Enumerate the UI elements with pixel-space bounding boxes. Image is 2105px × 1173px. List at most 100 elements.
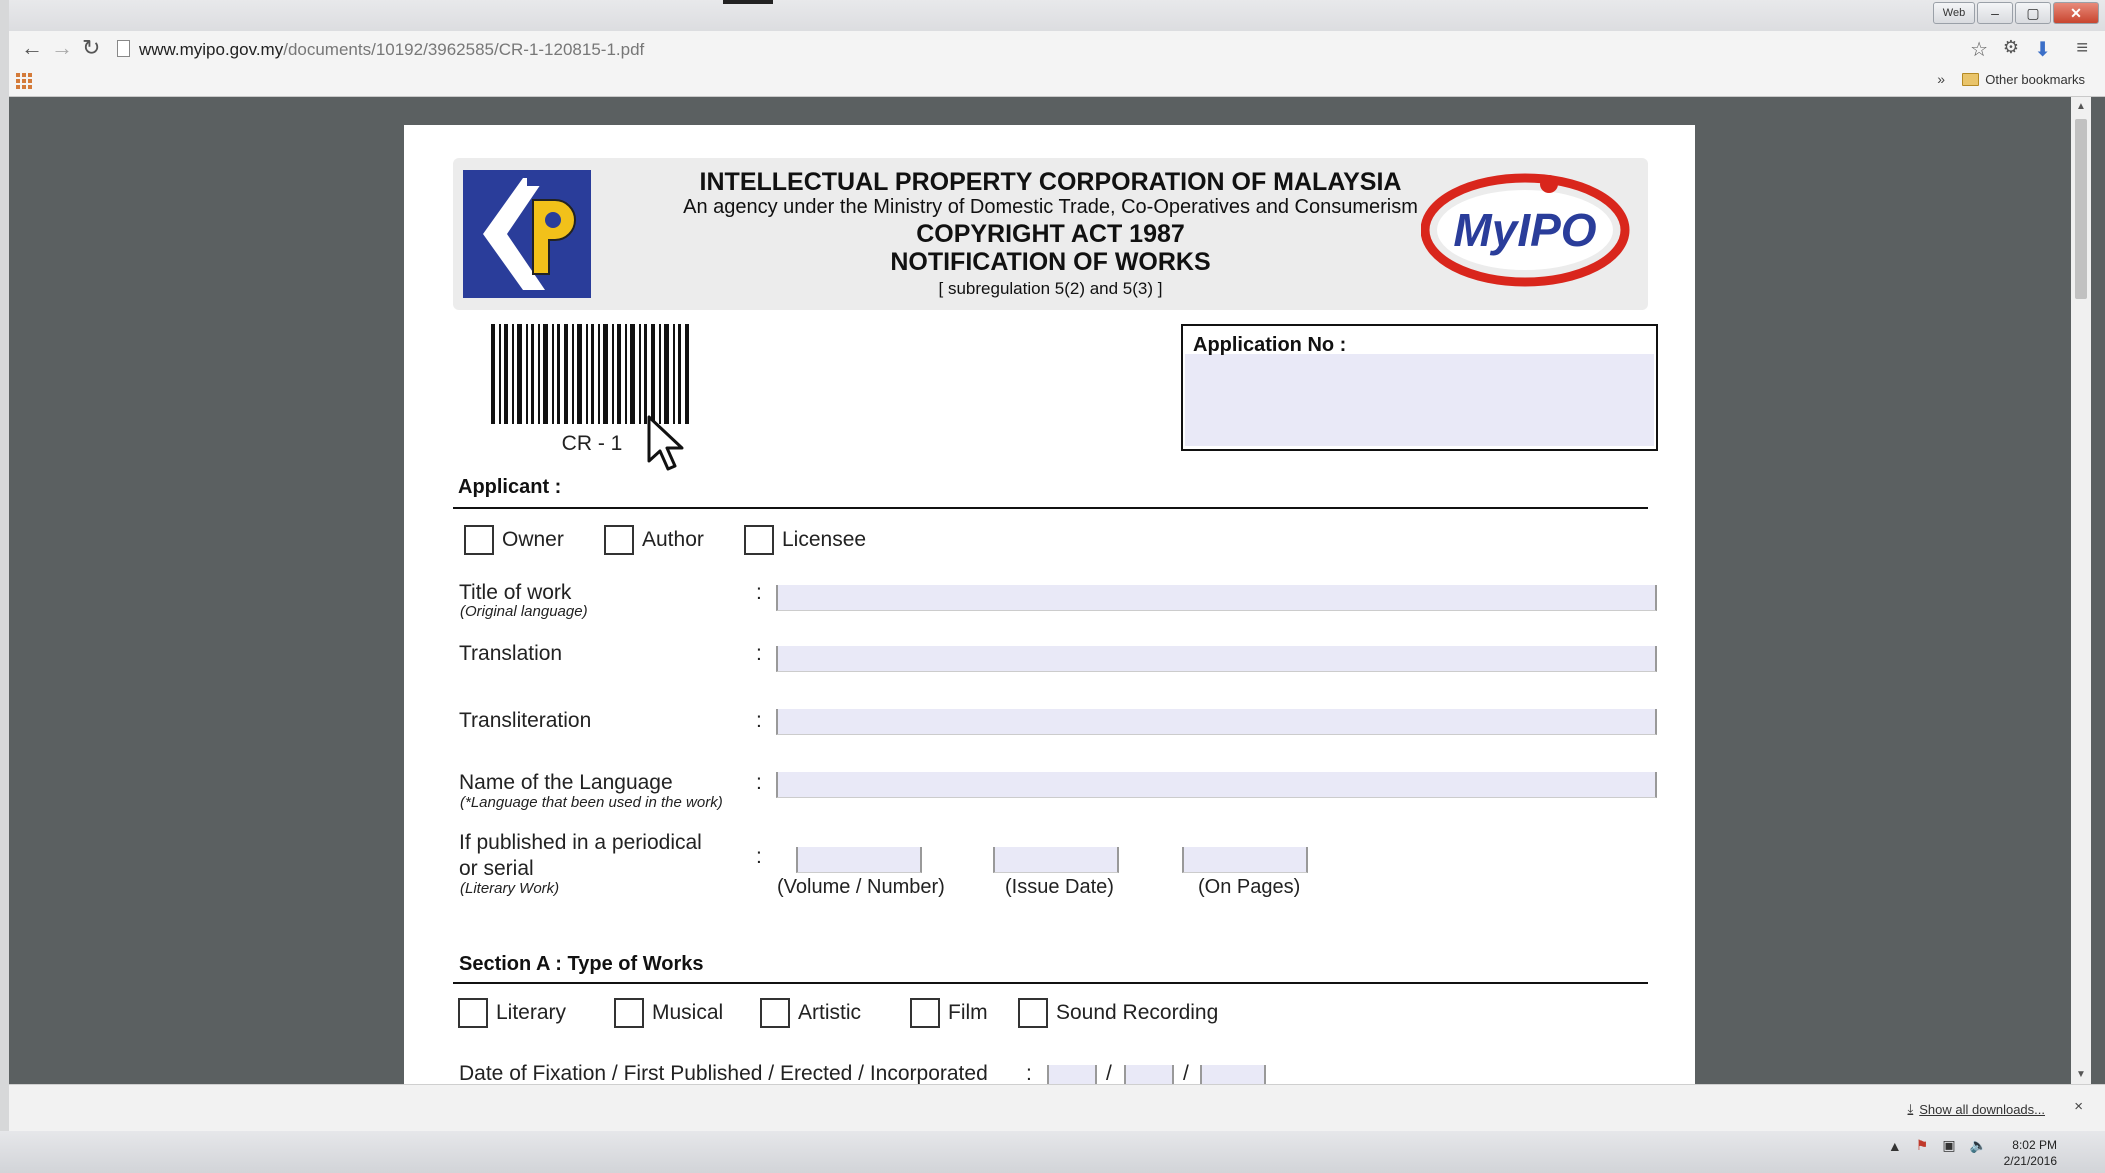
issue-date-field[interactable] bbox=[993, 847, 1119, 873]
address-bar[interactable]: www.myipo.gov.my/documents/10192/3962585… bbox=[139, 40, 644, 60]
maximize-button[interactable]: ▢ bbox=[2015, 2, 2051, 24]
show-all-downloads-link[interactable]: ⤓ Show all downloads... bbox=[1908, 1101, 2046, 1117]
owner-checkbox[interactable] bbox=[464, 525, 494, 555]
film-label: Film bbox=[948, 1001, 988, 1024]
date-separator: / bbox=[1106, 1062, 1112, 1084]
type-literary-option[interactable]: Literary bbox=[458, 998, 566, 1028]
apps-grid-icon[interactable] bbox=[16, 73, 32, 89]
language-label: Name of the Language bbox=[459, 771, 673, 794]
title-of-work-sublabel: (Original language) bbox=[460, 603, 588, 620]
colon: : bbox=[756, 581, 762, 604]
hamburger-menu-icon[interactable]: ≡ bbox=[2076, 37, 2088, 60]
applicant-owner-option[interactable]: Owner bbox=[464, 525, 564, 555]
extension-download-icon[interactable]: ⬇ bbox=[2034, 37, 2051, 62]
type-artistic-option[interactable]: Artistic bbox=[760, 998, 861, 1028]
taskbar-clock[interactable]: 8:02 PM 2/21/2016 bbox=[2004, 1137, 2057, 1169]
show-hidden-icons-icon[interactable]: ▲ bbox=[1888, 1138, 1902, 1154]
applicant-licensee-option[interactable]: Licensee bbox=[744, 525, 866, 555]
date-year-field[interactable] bbox=[1200, 1065, 1266, 1084]
back-arrow-icon[interactable]: ← bbox=[21, 35, 43, 61]
volume-icon[interactable]: 🔈 bbox=[1970, 1137, 1987, 1154]
periodical-sublabel: (Literary Work) bbox=[460, 880, 560, 897]
form-header: INTELLECTUAL PROPERTY CORPORATION OF MAL… bbox=[453, 158, 1648, 310]
type-musical-option[interactable]: Musical bbox=[614, 998, 723, 1028]
sound-recording-label: Sound Recording bbox=[1056, 1001, 1219, 1024]
section-a-heading: Section A : Type of Works bbox=[459, 953, 704, 975]
application-number-field[interactable] bbox=[1185, 354, 1654, 446]
scrollbar-thumb[interactable] bbox=[2075, 119, 2087, 299]
os-taskbar: ▲ ⚑ ▣ 🔈 8:02 PM 2/21/2016 bbox=[0, 1131, 2105, 1173]
scroll-down-arrow-icon[interactable]: ▼ bbox=[2076, 1069, 2086, 1080]
issue-date-caption: (Issue Date) bbox=[1005, 876, 1114, 898]
browser-title-bar: Web – ▢ ✕ bbox=[9, 0, 2105, 31]
translation-field[interactable] bbox=[776, 646, 1657, 672]
translation-label: Translation bbox=[459, 642, 563, 665]
literary-label: Literary bbox=[496, 1001, 567, 1024]
musical-label: Musical bbox=[652, 1001, 724, 1024]
author-label: Author bbox=[642, 528, 704, 551]
film-checkbox[interactable] bbox=[910, 998, 940, 1028]
window-left-edge bbox=[0, 0, 9, 1173]
clock-time: 8:02 PM bbox=[2012, 1138, 2057, 1152]
type-film-option[interactable]: Film bbox=[910, 998, 988, 1028]
other-bookmarks-label: Other bookmarks bbox=[1985, 72, 2085, 87]
colon: : bbox=[756, 845, 762, 868]
scroll-up-arrow-icon[interactable]: ▲ bbox=[2076, 101, 2086, 112]
date-month-field[interactable] bbox=[1124, 1065, 1174, 1084]
forward-arrow-icon[interactable]: → bbox=[51, 35, 73, 61]
applicant-divider bbox=[453, 507, 1648, 509]
section-a-divider bbox=[453, 982, 1648, 984]
title-of-work-label: Title of work bbox=[459, 581, 572, 604]
network-icon[interactable]: ▣ bbox=[1942, 1137, 1955, 1154]
other-bookmarks-button[interactable]: Other bookmarks bbox=[1962, 72, 2085, 87]
show-all-downloads-label: Show all downloads... bbox=[1919, 1101, 2045, 1117]
bookmarks-overflow-chevron-icon[interactable]: » bbox=[1937, 71, 1945, 87]
svg-text:MyIPO: MyIPO bbox=[1453, 204, 1596, 256]
periodical-label-line2: or serial bbox=[459, 857, 534, 880]
vertical-scrollbar[interactable]: ▲ ▼ bbox=[2071, 97, 2091, 1084]
barcode: CR - 1 bbox=[487, 324, 697, 455]
download-icon: ⤓ bbox=[1907, 1101, 1914, 1116]
type-sound-recording-option[interactable]: Sound Recording bbox=[1018, 998, 1218, 1028]
author-checkbox[interactable] bbox=[604, 525, 634, 555]
downloads-bar: ⤓ Show all downloads... × bbox=[9, 1084, 2105, 1132]
licensee-label: Licensee bbox=[782, 528, 867, 551]
application-number-label: Application No : bbox=[1193, 334, 1347, 356]
volume-number-field[interactable] bbox=[796, 847, 922, 873]
profile-button[interactable]: Web bbox=[1933, 2, 1975, 24]
close-window-button[interactable]: ✕ bbox=[2053, 2, 2099, 24]
close-downloads-bar-icon[interactable]: × bbox=[2074, 1098, 2083, 1115]
sound-recording-checkbox[interactable] bbox=[1018, 998, 1048, 1028]
artistic-checkbox[interactable] bbox=[760, 998, 790, 1028]
date-separator: / bbox=[1183, 1062, 1189, 1084]
language-field[interactable] bbox=[776, 772, 1657, 798]
star-icon[interactable]: ☆ bbox=[1970, 37, 1988, 62]
licensee-checkbox[interactable] bbox=[744, 525, 774, 555]
extension-icon[interactable]: ⚙ bbox=[2003, 37, 2019, 58]
tab-indicator bbox=[723, 0, 773, 4]
colon: : bbox=[1026, 1062, 1032, 1084]
pdf-page: INTELLECTUAL PROPERTY CORPORATION OF MAL… bbox=[404, 125, 1695, 1084]
musical-checkbox[interactable] bbox=[614, 998, 644, 1028]
on-pages-caption: (On Pages) bbox=[1198, 876, 1301, 898]
bookmarks-bar: » Other bookmarks bbox=[9, 67, 2105, 97]
colon: : bbox=[756, 771, 762, 794]
transliteration-label: Transliteration bbox=[459, 709, 592, 732]
literary-checkbox[interactable] bbox=[458, 998, 488, 1028]
action-center-icon[interactable]: ⚑ bbox=[1916, 1137, 1929, 1154]
pdf-viewer[interactable]: INTELLECTUAL PROPERTY CORPORATION OF MAL… bbox=[9, 97, 2071, 1084]
folder-icon bbox=[1962, 73, 1980, 86]
periodical-label-line1: If published in a periodical bbox=[459, 831, 702, 854]
on-pages-field[interactable] bbox=[1182, 847, 1308, 873]
transliteration-field[interactable] bbox=[776, 709, 1657, 735]
title-of-work-field[interactable] bbox=[776, 585, 1657, 611]
applicant-author-option[interactable]: Author bbox=[604, 525, 704, 555]
owner-label: Owner bbox=[502, 528, 564, 551]
minimize-button[interactable]: – bbox=[1977, 2, 2013, 24]
date-day-field[interactable] bbox=[1047, 1065, 1097, 1084]
mouse-cursor-icon bbox=[647, 415, 684, 471]
clock-date: 2/21/2016 bbox=[2003, 1154, 2057, 1168]
reload-icon[interactable]: ↻ bbox=[82, 35, 100, 61]
browser-toolbar: ← → ↻ www.myipo.gov.my/documents/10192/3… bbox=[9, 31, 2105, 67]
url-path: /documents/10192/3962585/CR-1-120815-1.p… bbox=[283, 40, 645, 59]
